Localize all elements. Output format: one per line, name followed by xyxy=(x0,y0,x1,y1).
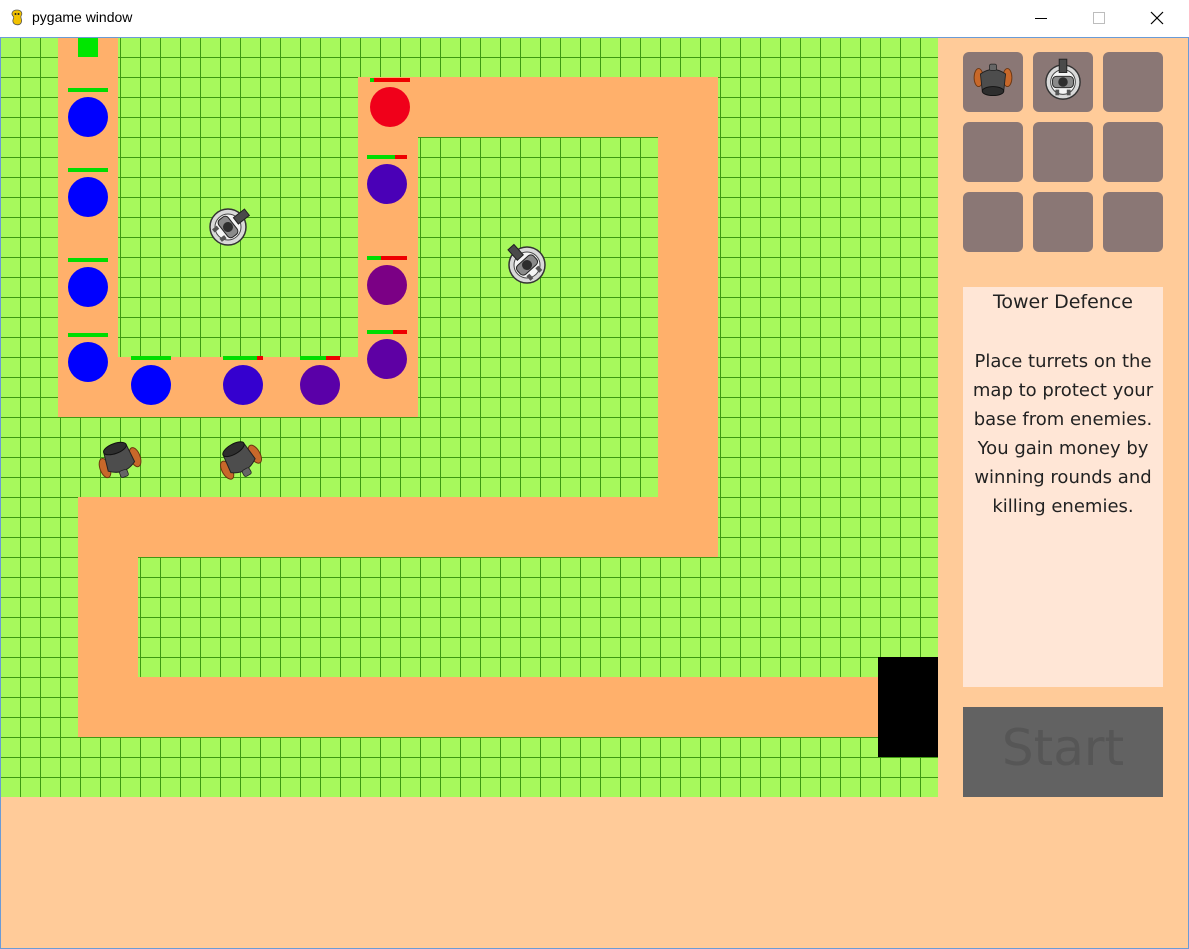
health-bar-fill xyxy=(68,333,108,337)
enemy-body xyxy=(370,87,410,127)
shop-slot-empty[interactable] xyxy=(1033,122,1093,182)
enemy-body xyxy=(223,365,263,405)
game-board[interactable] xyxy=(0,37,938,797)
info-box: Tower Defence Place turrets on the map t… xyxy=(963,287,1163,687)
health-bar-fill xyxy=(367,256,381,260)
path-segment xyxy=(78,677,878,737)
enemy-spawn xyxy=(78,37,98,57)
health-bar-fill xyxy=(300,356,326,360)
pygame-snake-icon xyxy=(11,9,23,26)
enemy-body xyxy=(367,265,407,305)
info-line: winning rounds and xyxy=(974,467,1152,488)
enemy-body xyxy=(367,339,407,379)
health-bar-fill xyxy=(367,330,393,334)
window-title: pygame window xyxy=(32,9,133,25)
minimize-button[interactable] xyxy=(1012,0,1070,36)
enemy-body xyxy=(300,365,340,405)
info-line: map to protect your xyxy=(972,380,1154,401)
shop-slot-empty[interactable] xyxy=(1033,192,1093,252)
health-bar-fill xyxy=(367,155,395,159)
health-bar-bg xyxy=(370,78,410,82)
start-button[interactable]: Start xyxy=(963,707,1163,797)
player-base xyxy=(878,657,938,757)
health-bar-fill xyxy=(131,356,171,360)
info-title: Tower Defence xyxy=(993,291,1133,313)
enemy-body xyxy=(68,342,108,382)
maximize-icon xyxy=(1093,12,1105,24)
enemy-body xyxy=(367,164,407,204)
start-button-label: Start xyxy=(1001,719,1125,777)
info-line: base from enemies. xyxy=(973,409,1153,430)
shop-slot-cannon-turret[interactable] xyxy=(963,52,1023,112)
shop-slot-empty[interactable] xyxy=(963,192,1023,252)
health-bar-fill xyxy=(223,356,257,360)
health-bar-fill xyxy=(68,258,108,262)
shop-slot-empty[interactable] xyxy=(1103,122,1163,182)
path-segment xyxy=(658,77,718,557)
close-button[interactable] xyxy=(1128,0,1186,36)
close-icon xyxy=(1150,11,1164,25)
enemy-body xyxy=(131,365,171,405)
health-bar-fill xyxy=(370,78,374,82)
health-bar-fill xyxy=(68,88,108,92)
shop-slot-empty[interactable] xyxy=(1103,52,1163,112)
enemy-body xyxy=(68,177,108,217)
enemy-body xyxy=(68,267,108,307)
cannon-turret-icon xyxy=(973,63,1013,97)
info-line: Place turrets on the xyxy=(974,351,1152,372)
machine-gun-turret-icon xyxy=(1045,58,1081,100)
enemy-body xyxy=(68,97,108,137)
info-line: You gain money by xyxy=(977,438,1149,459)
title-bar[interactable]: pygame window xyxy=(0,0,1189,38)
minimize-icon xyxy=(1035,18,1047,19)
shop-slot-machine-gun-turret[interactable] xyxy=(1033,52,1093,112)
path-segment xyxy=(78,497,718,557)
info-body: Place turrets on the map to protect your… xyxy=(963,347,1163,521)
maximize-button[interactable] xyxy=(1070,0,1128,36)
health-bar-fill xyxy=(68,168,108,172)
shop-slot-empty[interactable] xyxy=(1103,192,1163,252)
shop-slot-empty[interactable] xyxy=(963,122,1023,182)
info-line: killing enemies. xyxy=(992,496,1134,517)
